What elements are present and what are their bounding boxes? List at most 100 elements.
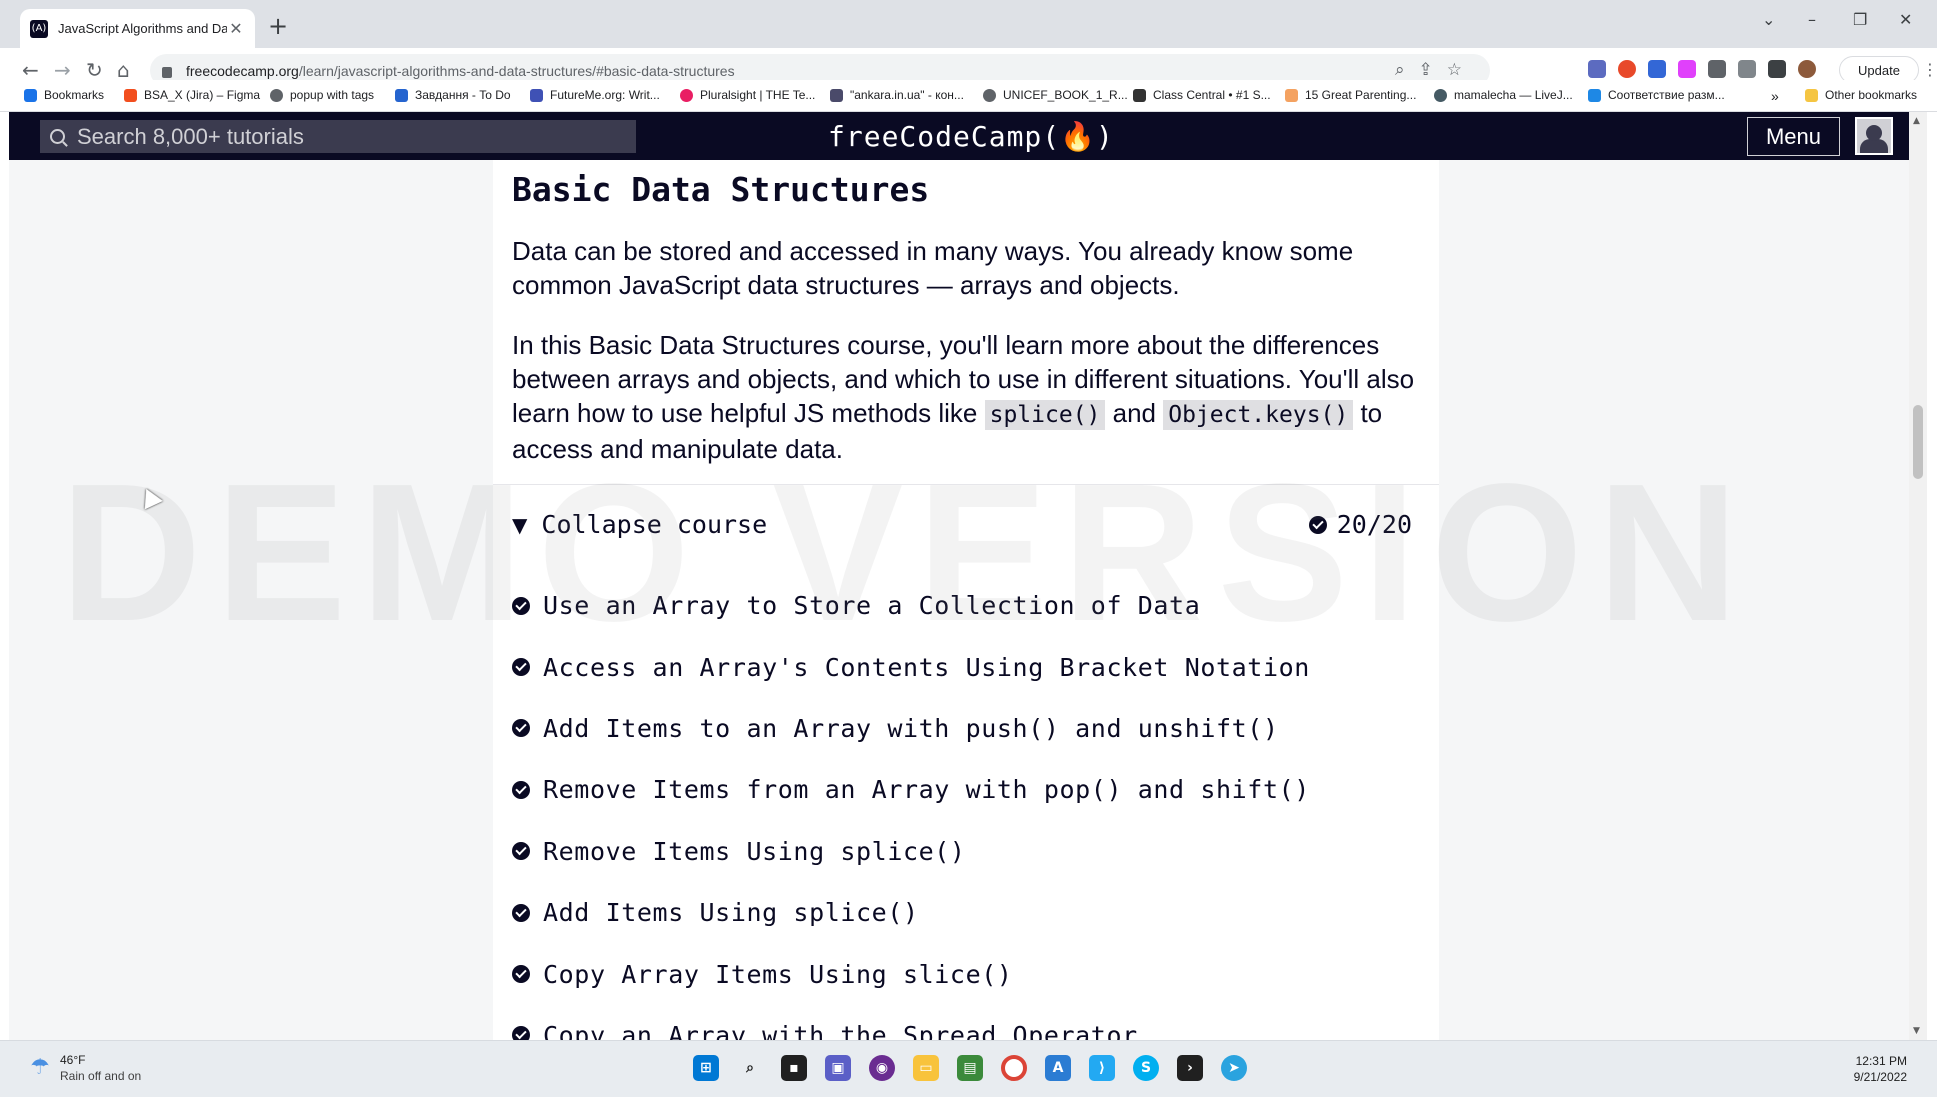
- progress-count: 20/20: [1336, 510, 1412, 539]
- bookmark-item[interactable]: Соответствие разм...: [1588, 88, 1725, 102]
- telegram-icon[interactable]: ➤: [1221, 1055, 1247, 1081]
- vscode-icon[interactable]: ⟩: [1089, 1055, 1115, 1081]
- lesson-item[interactable]: Use an Array to Store a Collection of Da…: [512, 575, 1412, 636]
- file-explorer-icon[interactable]: ▭: [913, 1055, 939, 1081]
- lesson-item[interactable]: Remove Items from an Array with pop() an…: [512, 759, 1412, 820]
- bookmarks-bar: Bookmarks BSA_X (Jira) – Figma popup wit…: [0, 80, 1937, 112]
- url-path: /learn/javascript-algorithms-and-data-st…: [298, 62, 735, 79]
- lesson-item[interactable]: Remove Items Using splice(): [512, 821, 1412, 882]
- code-splice: splice(): [984, 400, 1106, 430]
- zoom-icon[interactable]: ⌕: [1395, 60, 1419, 80]
- page-content: Basic Data Structures Data can be stored…: [9, 160, 1909, 1040]
- site-icon: [1285, 88, 1298, 102]
- page-scrollbar[interactable]: ▲ ▼: [1909, 112, 1927, 1040]
- puzzle-icon[interactable]: [1708, 60, 1726, 78]
- browser-tab-active[interactable]: (A) JavaScript Algorithms and Data S ✕: [20, 9, 255, 48]
- bookmark-item[interactable]: UNICEF_BOOK_1_R...: [983, 88, 1128, 102]
- restore-icon[interactable]: ❐: [1853, 10, 1867, 29]
- task-view-icon[interactable]: ▪: [781, 1055, 807, 1081]
- bookmark-item[interactable]: popup with tags: [270, 88, 374, 102]
- chrome-icon[interactable]: [1001, 1055, 1027, 1081]
- bookmark-item[interactable]: Bookmarks: [24, 88, 104, 102]
- avatar-body: [1860, 139, 1888, 153]
- profile-avatar[interactable]: [1798, 60, 1816, 78]
- more-options-icon[interactable]: ⋮: [1922, 60, 1937, 79]
- minimize-icon[interactable]: –: [1808, 10, 1816, 29]
- globe-icon: [270, 88, 283, 102]
- figma-icon: [124, 88, 137, 102]
- close-tab-icon[interactable]: ✕: [227, 19, 245, 39]
- scroll-down-icon[interactable]: ▼: [1913, 1026, 1920, 1036]
- app-icon[interactable]: ◉: [869, 1055, 895, 1081]
- check-circle-icon: [512, 596, 530, 615]
- tab-title: JavaScript Algorithms and Data S: [58, 21, 227, 36]
- todo-icon: [395, 88, 408, 102]
- freecodecamp-favicon-icon: (A): [30, 19, 48, 38]
- translate-icon[interactable]: [1648, 60, 1666, 78]
- bookmark-item[interactable]: BSA_X (Jira) – Figma: [124, 88, 260, 102]
- pluralsight-icon: [680, 88, 693, 102]
- app-icon[interactable]: ▤: [957, 1055, 983, 1081]
- scroll-up-icon[interactable]: ▲: [1913, 116, 1920, 126]
- bookmarks-overflow-icon[interactable]: »: [1771, 88, 1779, 104]
- teams-icon[interactable]: ▣: [825, 1055, 851, 1081]
- scroll-thumb[interactable]: [1913, 405, 1923, 479]
- weather-description[interactable]: Rain off and on: [60, 1069, 141, 1083]
- extension-icon[interactable]: [1618, 60, 1636, 78]
- bookmark-item[interactable]: "ankara.in.ua" - кон...: [830, 88, 964, 102]
- close-window-icon[interactable]: ✕: [1899, 10, 1912, 29]
- menu-button[interactable]: Menu: [1747, 117, 1840, 156]
- bookmark-item[interactable]: mamalecha — LiveJ...: [1434, 88, 1573, 102]
- site-icon: [1588, 88, 1601, 102]
- reload-icon[interactable]: ↻: [86, 58, 103, 82]
- lesson-item[interactable]: Access an Array's Contents Using Bracket…: [512, 636, 1412, 697]
- other-bookmarks[interactable]: Other bookmarks: [1805, 88, 1917, 102]
- extension-icon[interactable]: [1588, 60, 1606, 78]
- new-tab-icon[interactable]: +: [268, 12, 288, 40]
- livejournal-icon: [1434, 88, 1447, 102]
- tab-search-icon[interactable]: ⌄: [1762, 10, 1775, 29]
- reading-list-icon[interactable]: [1738, 60, 1756, 78]
- lesson-item[interactable]: Add Items to an Array with push() and un…: [512, 698, 1412, 759]
- windows-taskbar: ☂ 46°F Rain off and on ⊞ ⌕ ▪ ▣ ◉ ▭ ▤ A ⟩…: [0, 1040, 1937, 1097]
- check-circle-icon: [512, 965, 530, 984]
- omnibox-actions[interactable]: ⌕⇪☆: [1395, 60, 1476, 80]
- skype-icon[interactable]: S: [1133, 1055, 1159, 1081]
- home-icon[interactable]: ⌂: [117, 58, 130, 82]
- bookmark-item[interactable]: Pluralsight | THE Te...: [680, 88, 815, 102]
- course-card: Basic Data Structures Data can be stored…: [493, 160, 1439, 1040]
- bookmark-item[interactable]: FutureMe.org: Writ...: [530, 88, 660, 102]
- caret-down-icon: ▼: [512, 512, 528, 537]
- code-object-keys: Object.keys(): [1163, 400, 1354, 430]
- search-icon[interactable]: ⌕: [737, 1055, 763, 1081]
- search-input[interactable]: Search 8,000+ tutorials: [40, 120, 636, 153]
- azure-icon[interactable]: A: [1045, 1055, 1071, 1081]
- back-icon[interactable]: ←: [22, 58, 39, 82]
- user-avatar[interactable]: [1855, 117, 1893, 155]
- search-icon: [50, 129, 65, 144]
- collapse-course-toggle[interactable]: ▼ Collapse course 20/20: [512, 510, 1412, 539]
- side-panel-icon[interactable]: [1768, 60, 1786, 78]
- weather-icon[interactable]: ☂: [30, 1055, 50, 1080]
- extension-icon[interactable]: [1678, 60, 1696, 78]
- bookmark-item[interactable]: 15 Great Parenting...: [1285, 88, 1416, 102]
- lesson-item[interactable]: Add Items Using splice(): [512, 882, 1412, 943]
- bookmark-item[interactable]: Class Central • #1 S...: [1133, 88, 1271, 102]
- weather-temperature[interactable]: 46°F: [60, 1053, 85, 1067]
- bookmark-item[interactable]: Завдання - To Do: [395, 88, 511, 102]
- lesson-item[interactable]: Copy Array Items Using slice(): [512, 943, 1412, 1004]
- check-circle-icon: [512, 1026, 530, 1040]
- terminal-icon[interactable]: ›: [1177, 1055, 1203, 1081]
- lesson-item[interactable]: Copy an Array with the Spread Operator: [512, 1005, 1412, 1040]
- futureme-icon: [530, 88, 543, 102]
- forward-icon[interactable]: →: [54, 58, 71, 82]
- freecodecamp-logo[interactable]: freeCodeCamp(🔥): [828, 120, 1114, 153]
- system-clock[interactable]: 12:31 PM 9/21/2022: [1854, 1053, 1907, 1085]
- windows-start-icon[interactable]: ⊞: [693, 1055, 719, 1081]
- course-description: In this Basic Data Structures course, yo…: [512, 330, 1415, 464]
- lesson-list: Use an Array to Store a Collection of Da…: [512, 575, 1412, 1040]
- share-icon[interactable]: ⇪: [1419, 60, 1447, 80]
- taskbar-apps: ⊞ ⌕ ▪ ▣ ◉ ▭ ▤ A ⟩ S › ➤: [693, 1055, 1247, 1081]
- search-placeholder: Search 8,000+ tutorials: [77, 123, 304, 149]
- bookmark-star-icon[interactable]: ☆: [1447, 60, 1476, 80]
